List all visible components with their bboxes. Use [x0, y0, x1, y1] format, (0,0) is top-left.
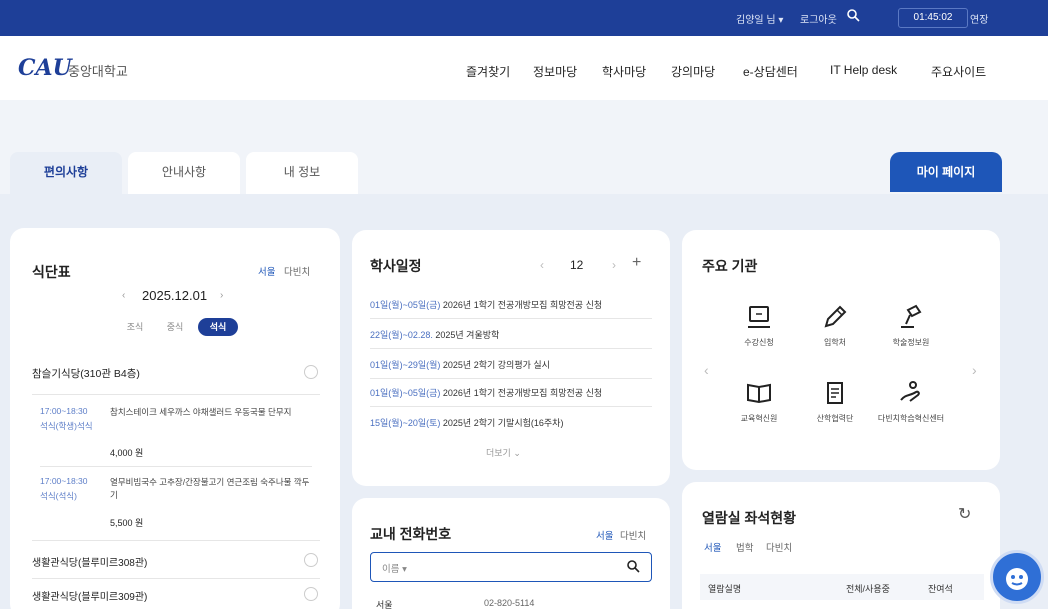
menu-item-time: 17:00~18:30	[40, 406, 88, 416]
my-page-button[interactable]: 마이 페이지	[890, 152, 1002, 192]
chatbot-badge[interactable]	[990, 550, 1044, 604]
divider	[370, 318, 652, 319]
reading-campus-davinci[interactable]: 다빈치	[766, 540, 792, 554]
hall-name[interactable]: 참슬기식당(310관 B4층)	[32, 366, 140, 381]
menu-item-type: 석식(석식)	[40, 491, 77, 501]
document-icon	[827, 382, 843, 404]
schedule-row[interactable]: 01일(월)~05일(금) 2026년 1학기 전공개방모집 희망전공 신청	[370, 298, 602, 311]
institution-library[interactable]: 학술정보원	[876, 302, 946, 348]
prev-month-icon[interactable]: ‹	[540, 258, 544, 272]
menu-campus-seoul[interactable]: 서울	[258, 264, 275, 278]
nav-it-helpdesk[interactable]: IT Help desk	[830, 63, 897, 77]
next-icon[interactable]: ›	[972, 362, 977, 378]
nav-lecture[interactable]: 강의마당	[671, 63, 715, 80]
schedule-title: 학사일정	[370, 258, 422, 274]
user-menu[interactable]: 김양일 님 ▾	[736, 11, 783, 26]
menu-item-desc: 참치스테이크 세우까스 야채샐러드 우동국물 단무지	[110, 407, 292, 417]
session-timer: 01:45:02	[898, 8, 968, 28]
top-utility-bar: 김양일 님 ▾ 로그아웃 01:45:02 연장	[0, 0, 1048, 36]
reading-room-title: 열람실 좌석현황	[702, 510, 797, 526]
menu-item-type: 석식(학생)석식	[40, 421, 93, 431]
column-header: 전체/사용중	[846, 584, 890, 594]
search-icon[interactable]	[626, 559, 640, 578]
menu-title: 식단표	[32, 264, 71, 280]
tab-notice[interactable]: 안내사항	[128, 152, 240, 194]
phone-campus-seoul[interactable]: 서울	[596, 528, 613, 542]
extend-session-button[interactable]: 연장	[970, 11, 988, 26]
schedule-row[interactable]: 22일(월)~02.28. 2025년 겨울방학	[370, 328, 499, 341]
institution-education-innovation[interactable]: 교육혁신원	[724, 378, 794, 424]
prev-date-icon[interactable]: ‹	[122, 290, 125, 301]
institution-registration[interactable]: 수강신청	[724, 302, 794, 348]
nav-favorites[interactable]: 즐겨찾기	[466, 63, 510, 80]
expand-icon[interactable]	[304, 553, 318, 567]
mascot-icon	[1006, 568, 1028, 590]
more-link[interactable]: 더보기 ⌄	[486, 446, 521, 459]
schedule-month: 12	[570, 258, 584, 272]
meal-lunch[interactable]: 중식	[158, 318, 192, 336]
hand-icon	[900, 381, 920, 402]
prev-icon[interactable]: ‹	[704, 362, 709, 378]
menu-item-time: 17:00~18:30	[40, 476, 88, 486]
phone-row-name: 서울	[376, 600, 393, 609]
menu-item-price: 4,000 원	[110, 448, 144, 458]
nav-counseling[interactable]: e-상담센터	[743, 63, 798, 80]
expand-icon[interactable]	[304, 365, 318, 379]
institutions-title: 주요 기관	[702, 258, 758, 274]
schedule-row[interactable]: 15일(월)~20일(토) 2025년 2학기 기말시험(16주차)	[370, 416, 563, 429]
phone-campus-davinci[interactable]: 다빈치	[620, 528, 646, 542]
meal-dinner[interactable]: 석식	[198, 318, 238, 336]
refresh-icon[interactable]: ↻	[958, 504, 971, 524]
reading-campus-law[interactable]: 법학	[736, 540, 753, 554]
hall-name[interactable]: 생활관식당(블루미르309관)	[32, 588, 147, 603]
divider	[370, 406, 652, 407]
logout-link[interactable]: 로그아웃	[800, 11, 837, 26]
institution-industry-cooperation[interactable]: 산학협력단	[800, 378, 870, 424]
nav-academic[interactable]: 학사마당	[602, 63, 646, 80]
lamp-icon	[901, 304, 922, 328]
divider	[32, 578, 320, 579]
main-header: CAU 중앙대학교 즐겨찾기 정보마당 학사마당 강의마당 e-상담센터 IT …	[0, 36, 1048, 100]
tab-convenience[interactable]: 편의사항	[10, 152, 122, 194]
menu-date: 2025.12.01	[142, 288, 208, 303]
divider	[32, 540, 320, 541]
hall-name[interactable]: 생활관식당(블루미르308관)	[32, 554, 147, 569]
search-icon[interactable]	[846, 8, 860, 25]
institution-davinci-center[interactable]: 다빈치학습혁신센터	[876, 378, 946, 424]
cau-logo[interactable]: CAU	[18, 55, 72, 81]
search-type-select[interactable]: 이름 ▾	[382, 561, 407, 575]
meal-breakfast[interactable]: 조식	[118, 318, 152, 336]
menu-item-desc: 열무비빔국수 고추장/간장불고기 연근조림 숙주나물 깍두기	[110, 477, 310, 500]
phone-search-input[interactable]	[370, 552, 652, 582]
nav-major-sites[interactable]: 주요사이트	[931, 63, 986, 80]
pen-icon	[824, 305, 847, 328]
nav-info[interactable]: 정보마당	[533, 63, 577, 80]
book-icon	[747, 383, 771, 404]
divider	[370, 378, 652, 379]
reading-campus-seoul[interactable]: 서울	[704, 540, 721, 554]
school-name: 중앙대학교	[68, 64, 128, 79]
phone-title: 교내 전화번호	[370, 526, 452, 542]
column-header: 잔여석	[928, 584, 953, 594]
tab-my-info[interactable]: 내 정보	[246, 152, 358, 194]
plus-icon[interactable]: +	[632, 254, 641, 272]
schedule-row[interactable]: 01일(월)~05일(금) 2026년 1학기 전공개방모집 희망전공 신청	[370, 386, 602, 399]
divider	[40, 466, 312, 467]
next-month-icon[interactable]: ›	[612, 258, 616, 272]
divider	[32, 394, 320, 395]
phone-row-number: 02-820-5114	[484, 598, 535, 608]
menu-item-price: 5,500 원	[110, 518, 144, 528]
schedule-row[interactable]: 01일(월)~29일(월) 2025년 2학기 강의평가 실시	[370, 358, 550, 371]
monitor-icon	[748, 306, 770, 328]
institution-admissions[interactable]: 입학처	[800, 302, 870, 348]
column-header: 열람실명	[708, 584, 742, 594]
divider	[370, 348, 652, 349]
next-date-icon[interactable]: ›	[220, 290, 223, 301]
expand-icon[interactable]	[304, 587, 318, 601]
menu-campus-davinci[interactable]: 다빈치	[284, 264, 310, 278]
